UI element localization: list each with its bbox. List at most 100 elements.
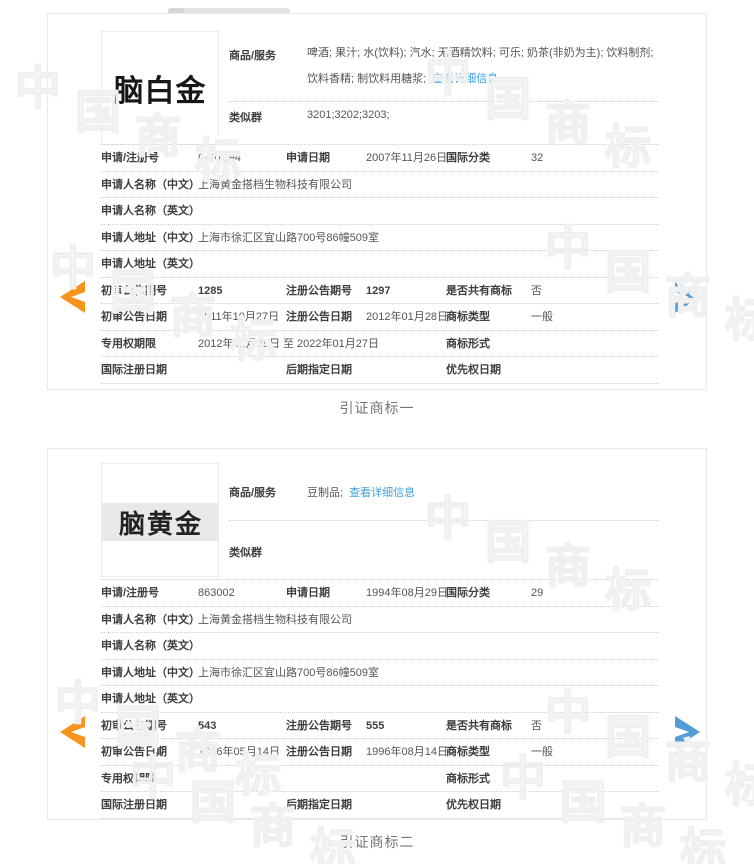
- chevron-right-icon: [675, 281, 700, 313]
- label-first-gazette-date: 初审公告日期: [101, 746, 167, 758]
- trademark-detail-table: 申请/注册号 6401094 申请日期 2007年11月26日 国际分类 32 …: [101, 144, 659, 384]
- table-row: 申请人名称（中文） 上海黄金搭档生物科技有限公司: [101, 172, 659, 198]
- value-reg-no: 863002: [198, 587, 235, 599]
- goods-services-value: 啤酒; 果汁; 水(饮料); 汽水; 无酒精饮料; 可乐; 奶茶(非奶为主); …: [307, 40, 659, 92]
- value-reg-gazette-date: 1996年08月14日: [366, 746, 448, 758]
- value-applicant-cn: 上海黄金搭档生物科技有限公司: [198, 613, 352, 626]
- value-apply-date: 1994年08月29日: [366, 587, 448, 599]
- value-tm-type: 一般: [531, 311, 553, 323]
- similar-group-value: 3201;3202;3203;: [307, 109, 390, 121]
- goods-services-text: 豆制品;: [307, 487, 344, 499]
- table-row: 申请人地址（中文） 上海市徐汇区宜山路700号86幢509室: [101, 660, 659, 686]
- label-intl-class: 国际分类: [446, 587, 490, 599]
- view-details-link[interactable]: 查看详细信息: [349, 487, 415, 499]
- trademark-image-2: 脑黄金: [101, 463, 219, 577]
- chevron-right-icon: [675, 716, 700, 748]
- table-row: 初审公告日期 2011年10月27日 注册公告日期 2012年01月28日 商标…: [101, 304, 659, 331]
- trademark-detail-table: 申请/注册号 863002 申请日期 1994年08月29日 国际分类 29 申…: [101, 579, 659, 819]
- label-applicant-cn: 申请人名称（中文）: [101, 178, 200, 191]
- label-apply-date: 申请日期: [286, 152, 330, 164]
- label-address-en: 申请人地址（英文）: [101, 693, 200, 705]
- trademark-logo-text: 脑白金: [113, 75, 207, 108]
- trademark-image-1: 脑白金: [101, 31, 219, 145]
- similar-group-label: 类似群: [229, 112, 262, 124]
- table-row: 申请人名称（中文） 上海黄金搭档生物科技有限公司: [101, 607, 659, 633]
- table-row: 申请人名称（英文）: [101, 198, 659, 225]
- label-address-cn: 申请人地址（中文）: [101, 231, 200, 244]
- label-exclusive-period: 专用权期限: [101, 337, 156, 350]
- goods-services-label: 商品/服务: [229, 50, 277, 62]
- table-row: 初审公告日期 1996年05月14日 注册公告日期 1996年08月14日 商标…: [101, 739, 659, 766]
- label-reg-gazette-no: 注册公告期号: [286, 284, 352, 297]
- trademark-info-page: { "colors": { "link": "#3aa2da", "arrow_…: [0, 0, 754, 864]
- dotted-divider: [229, 520, 659, 521]
- card-caption-1: 引证商标一: [339, 400, 415, 416]
- card-caption-2: 引证商标二: [339, 834, 415, 850]
- label-tm-type: 商标类型: [446, 311, 490, 323]
- prev-arrow-button[interactable]: [57, 279, 87, 315]
- value-first-gazette-no: 1285: [198, 284, 223, 297]
- table-row: 申请/注册号 863002 申请日期 1994年08月29日 国际分类 29: [101, 580, 659, 607]
- prev-arrow-button[interactable]: [57, 714, 87, 750]
- chevron-left-icon: [60, 716, 85, 748]
- view-details-link[interactable]: 查看详细信息: [432, 73, 498, 85]
- label-applicant-en: 申请人名称（英文）: [101, 205, 200, 217]
- table-row: 申请人地址（英文）: [101, 686, 659, 713]
- table-row: 申请/注册号 6401094 申请日期 2007年11月26日 国际分类 32: [101, 145, 659, 172]
- goods-services-label: 商品/服务: [229, 487, 277, 499]
- label-reg-gazette-date: 注册公告日期: [286, 311, 352, 323]
- value-reg-gazette-no: 555: [366, 719, 385, 732]
- label-exclusive-period: 专用权期限: [101, 772, 156, 785]
- label-shared-trademark: 是否共有商标: [446, 284, 512, 297]
- value-reg-no: 6401094: [198, 152, 241, 164]
- next-arrow-button[interactable]: [673, 714, 703, 750]
- value-applicant-cn: 上海黄金搭档生物科技有限公司: [198, 178, 352, 191]
- label-tm-form: 商标形式: [446, 772, 490, 785]
- label-later-designation-date: 后期指定日期: [286, 364, 352, 376]
- table-row: 国际注册日期 后期指定日期 优先权日期: [101, 357, 659, 384]
- value-address-cn: 上海市徐汇区宜山路700号86幢509室: [198, 231, 379, 244]
- table-row: 申请人地址（中文） 上海市徐汇区宜山路700号86幢509室: [101, 225, 659, 251]
- label-intl-reg-date: 国际注册日期: [101, 799, 167, 811]
- label-address-en: 申请人地址（英文）: [101, 258, 200, 270]
- trademark-card-2: 脑黄金 商品/服务 豆制品; 查看详细信息 类似群 申请/注册号 863002 …: [47, 448, 707, 820]
- label-later-designation-date: 后期指定日期: [286, 799, 352, 811]
- label-reg-gazette-no: 注册公告期号: [286, 719, 352, 732]
- label-intl-reg-date: 国际注册日期: [101, 364, 167, 376]
- value-first-gazette-date: 1996年05月14日: [198, 746, 280, 758]
- value-intl-class: 29: [531, 587, 544, 599]
- value-reg-gazette-no: 1297: [366, 284, 391, 297]
- table-row: 初审公告期号 543 注册公告期号 555 是否共有商标 否: [101, 713, 659, 739]
- label-applicant-en: 申请人名称（英文）: [101, 640, 200, 652]
- table-row: 初审公告期号 1285 注册公告期号 1297 是否共有商标 否: [101, 278, 659, 304]
- value-exclusive-period: 2012年01月28日 至 2022年01月27日: [198, 337, 379, 350]
- label-tm-form: 商标形式: [446, 337, 490, 350]
- chevron-left-icon: [60, 281, 85, 313]
- label-reg-no: 申请/注册号: [101, 152, 160, 164]
- value-shared-trademark: 否: [531, 719, 542, 732]
- value-shared-trademark: 否: [531, 284, 542, 297]
- label-reg-gazette-date: 注册公告日期: [286, 746, 352, 758]
- goods-services-value: 豆制品; 查看详细信息: [307, 484, 415, 500]
- dotted-divider: [229, 101, 659, 102]
- next-arrow-button[interactable]: [673, 279, 703, 315]
- label-applicant-cn: 申请人名称（中文）: [101, 613, 200, 626]
- similar-group-label: 类似群: [229, 547, 262, 559]
- table-row: 专用权期限 商标形式: [101, 766, 659, 792]
- value-first-gazette-date: 2011年10月27日: [198, 311, 280, 323]
- label-first-gazette-no: 初审公告期号: [101, 284, 167, 297]
- label-reg-no: 申请/注册号: [101, 587, 160, 599]
- logo-highlight-band: 脑黄金: [102, 503, 218, 541]
- label-shared-trademark: 是否共有商标: [446, 719, 512, 732]
- label-tm-type: 商标类型: [446, 746, 490, 758]
- value-address-cn: 上海市徐汇区宜山路700号86幢509室: [198, 666, 379, 679]
- label-apply-date: 申请日期: [286, 587, 330, 599]
- value-first-gazette-no: 543: [198, 719, 217, 732]
- label-first-gazette-date: 初审公告日期: [101, 311, 167, 323]
- trademark-logo-text: 脑黄金: [118, 509, 203, 539]
- table-row: 专用权期限 2012年01月28日 至 2022年01月27日 商标形式: [101, 331, 659, 357]
- watermark-char: 标: [724, 759, 754, 811]
- trademark-card-1: 脑白金 商品/服务 啤酒; 果汁; 水(饮料); 汽水; 无酒精饮料; 可乐; …: [47, 13, 707, 390]
- table-row: 申请人地址（英文）: [101, 251, 659, 278]
- label-priority-date: 优先权日期: [446, 364, 501, 376]
